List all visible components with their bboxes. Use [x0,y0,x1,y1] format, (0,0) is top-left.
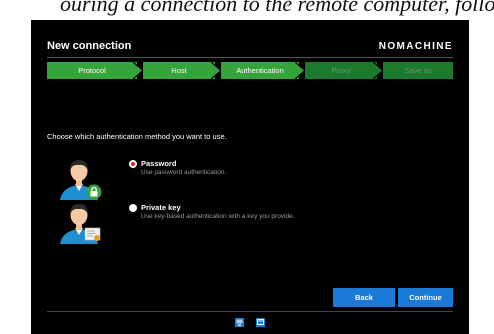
step-protocol[interactable]: Protocol [47,62,137,79]
private-key-description: Use key-based authentication with a key … [141,213,295,220]
step-label: Protocol [78,66,106,75]
monitor-icon[interactable] [235,318,244,327]
option-private-key[interactable]: Private key Use key-based authentication… [48,200,448,246]
footer-divider [47,311,453,312]
window-icon[interactable] [256,318,265,327]
password-description: Use password authentication. [141,169,227,176]
user-lock-icon [60,160,102,200]
step-label: Proxy [331,66,351,75]
nomachine-logo: NOMACHINE [378,41,453,52]
banner-text: ouring a connection to the remote comput… [60,0,494,16]
password-label: Password [141,159,177,168]
step-proxy: Proxy [305,62,377,79]
user-certificate-icon [60,204,101,244]
wizard-steps: Protocol Host Authentication Proxy Save … [47,62,453,79]
dialog-window: New connection NOMACHINE Protocol Host A… [31,20,469,334]
auth-prompt: Choose which authentication method you w… [47,132,227,141]
step-host[interactable]: Host [143,62,215,79]
step-separator-icon [133,62,143,79]
step-save-as: Save as [383,62,453,79]
step-authentication[interactable]: Authentication [221,62,299,79]
private-key-radio[interactable] [129,204,137,212]
password-radio[interactable] [129,160,137,168]
step-label: Authentication [236,66,284,75]
step-separator-icon [373,62,383,79]
option-password[interactable]: Password Use password authentication. [48,156,448,202]
dialog-title: New connection [47,40,132,52]
private-key-label: Private key [141,203,181,212]
back-button[interactable]: Back [333,288,395,307]
step-label: Save as [404,66,432,75]
continue-button[interactable]: Continue [398,288,453,307]
page-banner: ouring a connection to the remote comput… [0,0,494,20]
title-divider [47,57,453,58]
step-separator-icon [295,62,305,79]
step-label: Host [171,66,187,75]
step-separator-icon [211,62,221,79]
